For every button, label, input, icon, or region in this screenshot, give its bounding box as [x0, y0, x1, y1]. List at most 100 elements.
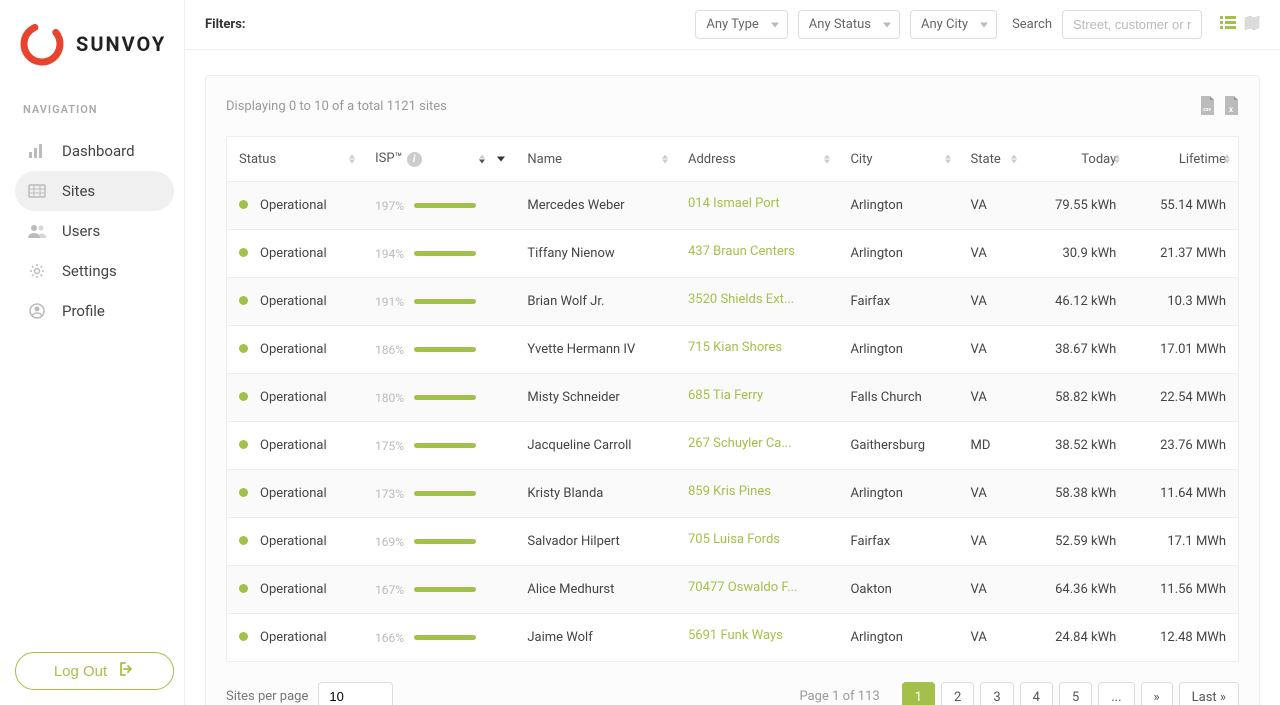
nav-label: Dashboard [62, 142, 135, 160]
table-row[interactable]: Operational166%Jaime Wolf5691 Funk WaysA… [227, 614, 1239, 662]
list-view-icon[interactable] [1220, 15, 1236, 35]
map-view-icon[interactable] [1244, 15, 1260, 35]
cell-status: Operational [227, 422, 364, 470]
cell-status: Operational [227, 182, 364, 230]
table-row[interactable]: Operational197%Mercedes Weber014 Ismael … [227, 182, 1239, 230]
address-link[interactable]: 3520 Shields Ext... [688, 292, 794, 307]
table-row[interactable]: Operational186%Yvette Hermann IV715 Kian… [227, 326, 1239, 374]
page-button[interactable]: » [1141, 682, 1173, 705]
nav-list: Dashboard SitesUsersSettingsProfile [15, 131, 174, 331]
cell-today: 52.59 kWh [1025, 518, 1129, 566]
sidebar-item-settings[interactable]: Settings [15, 251, 174, 291]
cell-today: 58.82 kWh [1025, 374, 1129, 422]
col-lifetime[interactable]: Lifetime [1128, 137, 1238, 182]
address-link[interactable]: 437 Braun Centers [688, 244, 795, 259]
table-row[interactable]: Operational175%Jacqueline Carroll267 Sch… [227, 422, 1239, 470]
per-page-input[interactable] [318, 682, 393, 705]
svg-text:csv: csv [1203, 107, 1211, 113]
cell-city: Fairfax [838, 278, 958, 326]
isp-bar [414, 251, 476, 256]
table-row[interactable]: Operational191%Brian Wolf Jr.3520 Shield… [227, 278, 1239, 326]
cell-address: 715 Kian Shores [676, 326, 838, 374]
address-link[interactable]: 715 Kian Shores [688, 340, 782, 355]
cell-state: VA [959, 230, 1025, 278]
col-state[interactable]: State [959, 137, 1025, 182]
cell-isp: 173% [363, 470, 515, 518]
table-row[interactable]: Operational180%Misty Schneider685 Tia Fe… [227, 374, 1239, 422]
export-excel-icon[interactable]: x [1223, 96, 1239, 116]
isp-bar [414, 395, 476, 400]
cell-status: Operational [227, 518, 364, 566]
cell-lifetime: 23.76 MWh [1128, 422, 1238, 470]
cell-state: VA [959, 278, 1025, 326]
search-input[interactable] [1062, 10, 1202, 39]
profile-icon [27, 303, 47, 319]
cell-city: Oakton [838, 566, 958, 614]
col-city[interactable]: City [838, 137, 958, 182]
users-icon [27, 224, 47, 238]
col-today[interactable]: Today [1025, 137, 1129, 182]
export-csv-icon[interactable]: csv [1199, 96, 1215, 116]
cell-today: 64.36 kWh [1025, 566, 1129, 614]
table-row[interactable]: Operational169%Salvador Hilpert705 Luisa… [227, 518, 1239, 566]
cell-state: VA [959, 182, 1025, 230]
page-button[interactable]: Last » [1179, 682, 1239, 705]
filter-type-select[interactable]: Any Type [695, 10, 787, 39]
cell-address: 3520 Shields Ext... [676, 278, 838, 326]
status-dot-icon [239, 296, 248, 305]
page-info: Page 1 of 113 [799, 689, 879, 704]
col-address[interactable]: Address [676, 137, 838, 182]
cell-name: Tiffany Nienow [515, 230, 676, 278]
info-icon[interactable]: i [407, 152, 422, 167]
address-link[interactable]: 705 Luisa Fords [688, 532, 780, 547]
cell-lifetime: 21.37 MWh [1128, 230, 1238, 278]
cell-isp: 167% [363, 566, 515, 614]
page-button[interactable]: 2 [941, 682, 974, 705]
per-page-label: Sites per page [226, 689, 308, 704]
isp-bar [414, 539, 476, 544]
page-button[interactable]: 5 [1059, 682, 1092, 705]
address-link[interactable]: 267 Schuyler Ca... [688, 436, 792, 451]
address-link[interactable]: 70477 Oswaldo F... [688, 580, 797, 595]
col-isp[interactable]: ISP™i [363, 137, 515, 182]
cell-state: VA [959, 470, 1025, 518]
cell-name: Jaime Wolf [515, 614, 676, 662]
cell-status: Operational [227, 470, 364, 518]
isp-bar [414, 347, 476, 352]
cell-address: 685 Tia Ferry [676, 374, 838, 422]
filter-city-select[interactable]: Any City [910, 10, 997, 39]
cell-state: VA [959, 326, 1025, 374]
address-link[interactable]: 014 Ismael Port [688, 196, 780, 211]
display-count: Displaying 0 to 10 of a total 1121 sites [226, 99, 447, 114]
page-button[interactable]: 3 [980, 682, 1013, 705]
filters-bar: Filters: Any Type Any Status Any City Se… [185, 0, 1280, 50]
cell-isp: 186% [363, 326, 515, 374]
sidebar-item-dashboard[interactable]: Dashboard [15, 131, 174, 171]
cell-today: 30.9 kWh [1025, 230, 1129, 278]
brand-logo: SUNVOY [15, 20, 174, 68]
page-button[interactable]: 4 [1020, 682, 1053, 705]
sidebar-item-users[interactable]: Users [15, 211, 174, 251]
address-link[interactable]: 5691 Funk Ways [688, 628, 783, 643]
table-row[interactable]: Operational173%Kristy Blanda 859 Kris Pin… [227, 470, 1239, 518]
page-button[interactable]: ... [1098, 682, 1134, 705]
cell-name: Jacqueline Carroll [515, 422, 676, 470]
filter-status-select[interactable]: Any Status [798, 10, 900, 39]
cell-name: Kristy Blanda [515, 470, 676, 518]
page-button[interactable]: 1 [902, 682, 935, 705]
isp-bar [414, 491, 476, 496]
isp-bar [414, 203, 476, 208]
sidebar-item-profile[interactable]: Profile [15, 291, 174, 331]
address-link[interactable]: 859 Kris Pines [688, 484, 771, 499]
col-name[interactable]: Name [515, 137, 676, 182]
cell-city: Fairfax [838, 518, 958, 566]
table-row[interactable]: Operational194%Tiffany Nienow437 Braun C… [227, 230, 1239, 278]
cell-lifetime: 12.48 MWh [1128, 614, 1238, 662]
col-status[interactable]: Status [227, 137, 364, 182]
logout-button[interactable]: Log Out [15, 652, 174, 690]
sidebar-item-sites[interactable]: Sites [15, 171, 174, 211]
cell-city: Arlington [838, 182, 958, 230]
cell-state: VA [959, 614, 1025, 662]
table-row[interactable]: Operational167%Alice Medhurst70477 Oswal… [227, 566, 1239, 614]
address-link[interactable]: 685 Tia Ferry [688, 388, 763, 403]
